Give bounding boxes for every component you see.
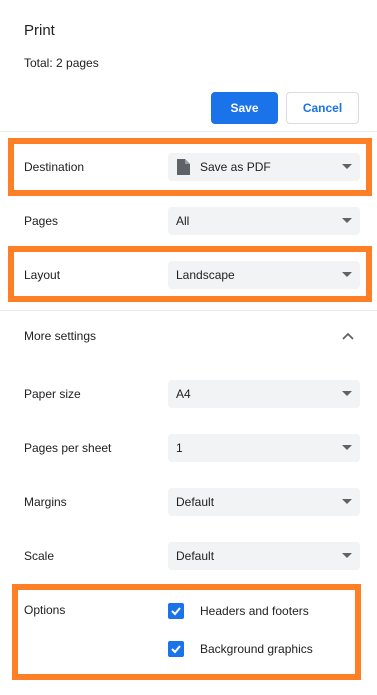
- layout-divider: [0, 310, 377, 311]
- chevron-down-icon: [342, 499, 352, 504]
- total-pages: Total: 2 pages: [24, 56, 99, 70]
- check-icon: [171, 607, 181, 616]
- chevron-up-icon[interactable]: [341, 331, 355, 341]
- pages-per-sheet-label: Pages per sheet: [24, 441, 112, 455]
- destination-select[interactable]: Save as PDF: [168, 153, 360, 181]
- margins-value: Default: [176, 495, 215, 509]
- paper-size-select[interactable]: A4: [168, 380, 360, 408]
- scale-value: Default: [176, 549, 215, 563]
- headers-footers-label[interactable]: Headers and footers: [200, 604, 309, 618]
- chevron-down-icon: [342, 164, 352, 169]
- header-divider: [0, 131, 377, 132]
- total-count: 2 pages: [56, 56, 99, 70]
- save-button[interactable]: Save: [211, 92, 278, 124]
- scale-label: Scale: [24, 549, 55, 563]
- options-highlight: [12, 584, 361, 680]
- layout-select[interactable]: Landscape: [168, 261, 360, 289]
- pages-per-sheet-select[interactable]: 1: [168, 434, 360, 462]
- layout-value: Landscape: [176, 268, 235, 282]
- pages-label: Pages: [24, 214, 59, 228]
- margins-label: Margins: [24, 495, 67, 509]
- pages-select[interactable]: All: [168, 207, 360, 235]
- check-icon: [171, 645, 181, 654]
- scale-select[interactable]: Default: [168, 542, 360, 570]
- chevron-down-icon: [342, 218, 352, 223]
- document-icon: [177, 159, 190, 175]
- headers-footers-checkbox[interactable]: [168, 603, 184, 619]
- destination-value: Save as PDF: [200, 160, 271, 174]
- print-title: Print: [24, 22, 55, 39]
- chevron-down-icon: [342, 445, 352, 450]
- destination-label: Destination: [24, 160, 85, 174]
- chevron-down-icon: [342, 391, 352, 396]
- pages-per-sheet-value: 1: [176, 441, 183, 455]
- chevron-down-icon: [342, 272, 352, 277]
- paper-size-label: Paper size: [24, 387, 81, 401]
- background-graphics-checkbox[interactable]: [168, 641, 184, 657]
- more-settings-label[interactable]: More settings: [24, 329, 96, 343]
- total-label: Total:: [24, 56, 57, 70]
- paper-size-value: A4: [176, 387, 191, 401]
- background-graphics-label[interactable]: Background graphics: [200, 642, 313, 656]
- chevron-down-icon: [342, 553, 352, 558]
- pages-value: All: [176, 214, 190, 228]
- layout-label: Layout: [24, 268, 61, 282]
- options-label: Options: [24, 603, 66, 617]
- margins-select[interactable]: Default: [168, 488, 360, 516]
- cancel-button[interactable]: Cancel: [286, 92, 359, 124]
